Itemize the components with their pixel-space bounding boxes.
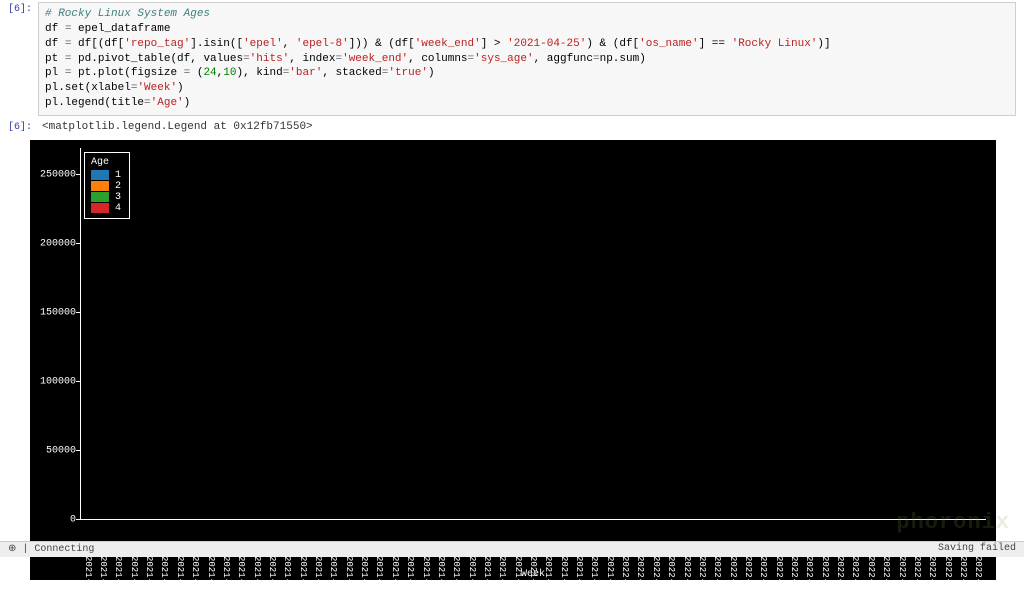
watermark: phoronix xyxy=(896,510,1010,535)
x-tick: 2021-08-08 xyxy=(298,556,308,610)
output-cell: [6]: <matplotlib.legend.Legend at 0x12fb… xyxy=(0,118,1024,136)
x-tick: 2021-06-06 xyxy=(159,556,169,610)
x-tick: 2022-03-06 xyxy=(758,556,768,610)
x-tick: 2021-11-14 xyxy=(513,556,523,610)
x-tick: 2022-02-13 xyxy=(712,556,722,610)
status-bar: ⊕ | Connecting Saving failed xyxy=(0,541,1024,557)
x-tick: 2021-08-01 xyxy=(282,556,292,610)
input-cell: [6]: # Rocky Linux System Ages df = epel… xyxy=(0,0,1024,118)
x-tick: 2021-12-19 xyxy=(589,556,599,610)
x-tick: 2021-08-29 xyxy=(344,556,354,610)
x-tick: 2022-05-08 xyxy=(897,556,907,610)
y-tick: 50000 xyxy=(46,446,76,457)
x-tick: 2021-09-26 xyxy=(405,556,415,610)
x-tick: 2022-01-09 xyxy=(635,556,645,610)
plot-area: Age 1234 xyxy=(80,148,986,520)
y-tick: 0 xyxy=(70,514,76,525)
x-axis-label: Week xyxy=(521,569,545,580)
x-tick: 2021-06-20 xyxy=(190,556,200,610)
status-left: ⊕ | Connecting xyxy=(8,543,94,556)
x-tick: 2021-12-12 xyxy=(574,556,584,610)
x-tick: 2021-08-15 xyxy=(313,556,323,610)
x-tick: 2021-11-07 xyxy=(497,556,507,610)
x-tick: 2022-02-06 xyxy=(697,556,707,610)
x-tick: 2022-02-20 xyxy=(728,556,738,610)
stacked-bar-chart: 050000100000150000200000250000 Age 1234 … xyxy=(30,140,996,580)
x-tick: 2022-03-20 xyxy=(789,556,799,610)
x-tick: 2021-10-10 xyxy=(436,556,446,610)
x-tick: 2022-04-03 xyxy=(820,556,830,610)
x-tick: 2021-07-11 xyxy=(236,556,246,610)
x-tick: 2022-05-22 xyxy=(927,556,937,610)
y-tick: 200000 xyxy=(40,239,76,250)
x-tick: 2022-01-30 xyxy=(682,556,692,610)
input-prompt: [6]: xyxy=(8,2,38,116)
x-tick: 2021-05-09 xyxy=(98,556,108,610)
x-tick: 2021-12-05 xyxy=(559,556,569,610)
y-axis: 050000100000150000200000250000 xyxy=(30,148,80,520)
x-tick: 2021-07-04 xyxy=(221,556,231,610)
x-tick: 2021-05-02 xyxy=(83,556,93,610)
x-tick: 2022-04-10 xyxy=(835,556,845,610)
legend-item: 1 xyxy=(91,170,121,181)
x-tick: 2022-04-17 xyxy=(850,556,860,610)
x-tick: 2022-03-13 xyxy=(774,556,784,610)
x-tick: 2021-10-31 xyxy=(482,556,492,610)
x-tick: 2021-05-30 xyxy=(144,556,154,610)
x-tick: 2021-07-18 xyxy=(252,556,262,610)
x-tick: 2021-09-19 xyxy=(390,556,400,610)
x-tick: 2021-10-03 xyxy=(421,556,431,610)
chart-output: 050000100000150000200000250000 Age 1234 … xyxy=(30,140,996,580)
x-tick: 2022-05-01 xyxy=(881,556,891,610)
x-tick: 2022-01-16 xyxy=(651,556,661,610)
x-tick: 2021-12-26 xyxy=(605,556,615,610)
x-tick: 2021-06-27 xyxy=(206,556,216,610)
y-tick: 250000 xyxy=(40,170,76,181)
output-text: <matplotlib.legend.Legend at 0x12fb71550… xyxy=(38,120,1016,134)
x-tick: 2021-06-13 xyxy=(175,556,185,610)
legend-item: 3 xyxy=(91,192,121,203)
x-tick: 2022-06-12 xyxy=(973,556,983,610)
y-tick: 100000 xyxy=(40,377,76,388)
code-editor[interactable]: # Rocky Linux System Ages df = epel_data… xyxy=(38,2,1016,116)
x-tick: 2021-10-24 xyxy=(467,556,477,610)
x-tick: 2022-05-15 xyxy=(912,556,922,610)
x-tick: 2022-03-27 xyxy=(804,556,814,610)
x-tick: 2022-01-23 xyxy=(666,556,676,610)
x-tick: 2021-07-25 xyxy=(267,556,277,610)
legend-title: Age xyxy=(91,157,121,168)
chart-legend: Age 1234 xyxy=(84,152,130,219)
x-tick: 2022-06-05 xyxy=(958,556,968,610)
x-tick: 2021-05-23 xyxy=(129,556,139,610)
x-tick: 2021-08-22 xyxy=(328,556,338,610)
x-tick: 2022-01-02 xyxy=(620,556,630,610)
bars-container xyxy=(80,148,986,520)
x-tick: 2021-11-28 xyxy=(543,556,553,610)
legend-item: 2 xyxy=(91,181,121,192)
output-prompt: [6]: xyxy=(8,120,38,134)
legend-item: 4 xyxy=(91,203,121,214)
status-right: Saving failed xyxy=(938,543,1016,556)
x-tick: 2021-09-12 xyxy=(374,556,384,610)
x-tick: 2021-09-05 xyxy=(359,556,369,610)
x-tick: 2021-10-17 xyxy=(451,556,461,610)
x-tick: 2021-05-16 xyxy=(113,556,123,610)
x-tick: 2022-04-24 xyxy=(866,556,876,610)
x-tick: 2022-05-29 xyxy=(943,556,953,610)
x-tick: 2022-02-27 xyxy=(743,556,753,610)
x-tick: 2021-11-21 xyxy=(528,556,538,610)
y-tick: 150000 xyxy=(40,308,76,319)
